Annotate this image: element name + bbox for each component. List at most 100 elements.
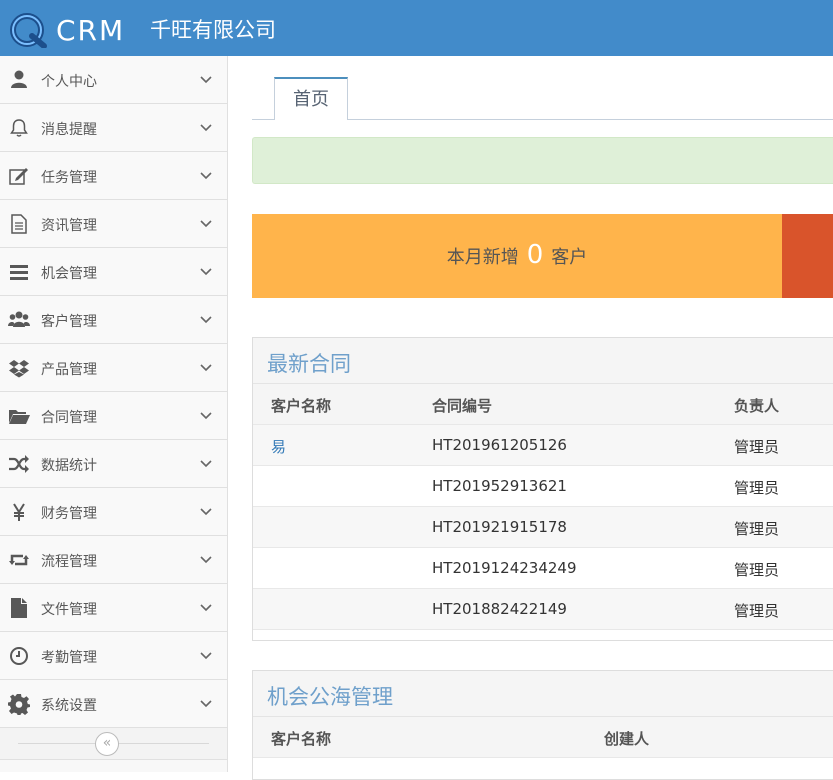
sidebar-item-finance[interactable]: 财务管理 — [0, 488, 227, 536]
sidebar-item-attendance[interactable]: 考勤管理 — [0, 632, 227, 680]
stat-text: 本月新增 0 客户 — [252, 240, 782, 270]
logo-mark-icon — [10, 13, 47, 48]
clock-icon — [10, 647, 28, 665]
contract-owner: 管理员 — [734, 438, 780, 456]
dropbox-icon — [9, 360, 29, 378]
logo-text: CRM — [56, 14, 126, 47]
sidebar-item-label: 个人中心 — [41, 74, 97, 90]
table-header-row: 客户名称 合同编号 负责人 — [253, 384, 833, 425]
contract-owner: 管理员 — [734, 602, 780, 620]
sidebar-item-label: 财务管理 — [41, 506, 97, 522]
chevron-down-icon — [200, 364, 212, 372]
sidebar-item-label: 考勤管理 — [41, 650, 97, 666]
sidebar-item-label: 产品管理 — [41, 362, 97, 378]
gear-icon — [8, 694, 30, 715]
sidebar-item-news[interactable]: 资讯管理 — [0, 200, 227, 248]
table-header-row: 客户名称 创建人 — [253, 717, 833, 758]
table-row[interactable]: 易 HT201961205126 管理员 — [253, 425, 833, 466]
document-icon — [11, 214, 27, 234]
top-navbar: CRM 千旺有限公司 — [0, 0, 833, 56]
sidebar-item-label: 数据统计 — [41, 458, 97, 474]
chevron-down-icon — [200, 460, 212, 468]
random-icon — [9, 455, 29, 473]
column-header: 客户名称 — [271, 397, 332, 415]
sidebar-item-label: 文件管理 — [41, 602, 97, 618]
column-header: 创建人 — [604, 730, 650, 748]
sidebar-item-opportunities[interactable]: 机会管理 — [0, 248, 227, 296]
chevron-down-icon — [200, 604, 212, 612]
sidebar-item-files[interactable]: 文件管理 — [0, 584, 227, 632]
contract-number: HT201921915178 — [432, 518, 567, 536]
contract-number: HT201961205126 — [432, 436, 567, 454]
bell-icon — [10, 119, 28, 137]
column-header: 合同编号 — [432, 397, 493, 415]
opportunity-pool-panel: 机会公海管理 客户名称 创建人 — [252, 670, 833, 780]
panel-header: 最新合同 — [253, 338, 833, 384]
stat-card-secondary[interactable] — [782, 214, 833, 298]
contract-number: HT2019124234249 — [432, 559, 577, 577]
retweet-icon — [9, 554, 29, 566]
sidebar-item-label: 任务管理 — [41, 170, 97, 186]
table-row[interactable]: HT201952913621 管理员 — [253, 466, 833, 507]
chevron-down-icon — [200, 700, 212, 708]
file-icon — [11, 598, 27, 618]
folder-open-icon — [9, 410, 30, 424]
stat-suffix: 客户 — [551, 247, 588, 268]
table-row[interactable]: HT201882422149 管理员 — [253, 589, 833, 630]
contract-number: HT201952913621 — [432, 477, 567, 495]
sidebar-item-products[interactable]: 产品管理 — [0, 344, 227, 392]
chevron-down-icon — [200, 172, 212, 180]
chevron-down-icon — [200, 508, 212, 516]
column-header: 负责人 — [734, 397, 780, 415]
tab-home[interactable]: 首页 — [274, 77, 348, 120]
chevron-down-icon — [200, 76, 212, 84]
sidebar-item-contracts[interactable]: 合同管理 — [0, 392, 227, 440]
stat-count: 0 — [526, 240, 544, 270]
chevron-down-icon — [200, 556, 212, 564]
sidebar-item-personal-center[interactable]: 个人中心 — [0, 56, 227, 104]
sidebar-item-customers[interactable]: 客户管理 — [0, 296, 227, 344]
sidebar-item-label: 客户管理 — [41, 314, 97, 330]
tab-bar: 首页 — [252, 76, 833, 120]
sidebar: 个人中心 消息提醒 任务管理 资讯管理 机会管理 客户管理 产品管理 合同管理 … — [0, 56, 228, 772]
alert-banner — [252, 137, 833, 184]
panel-title: 最新合同 — [267, 352, 351, 376]
customer-link[interactable]: 易 — [271, 436, 286, 457]
company-name: 千旺有限公司 — [150, 18, 276, 42]
list-icon — [10, 265, 28, 280]
contract-number: HT201882422149 — [432, 600, 567, 618]
sidebar-item-label: 合同管理 — [41, 410, 97, 426]
users-icon — [8, 311, 30, 327]
user-icon — [11, 70, 27, 88]
sidebar-item-workflow[interactable]: 流程管理 — [0, 536, 227, 584]
tab-label: 首页 — [293, 89, 329, 110]
sidebar-item-settings[interactable]: 系统设置 — [0, 680, 227, 728]
sidebar-item-label: 资讯管理 — [41, 218, 97, 234]
sidebar-item-messages[interactable]: 消息提醒 — [0, 104, 227, 152]
sidebar-item-label: 消息提醒 — [41, 122, 97, 138]
stat-card-new-customers[interactable]: 本月新增 0 客户 — [252, 214, 782, 298]
stat-prefix: 本月新增 — [446, 247, 519, 268]
panel-header: 机会公海管理 — [253, 671, 833, 717]
contract-owner: 管理员 — [734, 479, 780, 497]
sidebar-collapse-button[interactable]: « — [95, 732, 119, 756]
contract-owner: 管理员 — [734, 520, 780, 538]
sidebar-item-label: 系统设置 — [41, 698, 97, 714]
chevron-down-icon — [200, 412, 212, 420]
sidebar-item-tasks[interactable]: 任务管理 — [0, 152, 227, 200]
main-content: 首页 本月新增 0 客户 最新合同 客户名称 合同编号 负责人 易 HT201961… — [228, 56, 833, 780]
chevron-down-icon — [200, 220, 212, 228]
column-header: 客户名称 — [271, 730, 332, 748]
panel-title: 机会公海管理 — [267, 685, 393, 709]
sidebar-item-label: 机会管理 — [41, 266, 97, 282]
crm-logo[interactable]: CRM — [6, 8, 126, 48]
table-row[interactable]: HT2019124234249 管理员 — [253, 548, 833, 589]
chevron-down-icon — [200, 124, 212, 132]
latest-contracts-panel: 最新合同 客户名称 合同编号 负责人 易 HT201961205126 管理员 … — [252, 337, 833, 641]
sidebar-item-label: 流程管理 — [41, 554, 97, 570]
edit-icon — [9, 168, 28, 185]
table-row[interactable]: HT201921915178 管理员 — [253, 507, 833, 548]
chevron-down-icon — [200, 268, 212, 276]
sidebar-collapse-bar: « — [0, 728, 227, 760]
sidebar-item-statistics[interactable]: 数据统计 — [0, 440, 227, 488]
